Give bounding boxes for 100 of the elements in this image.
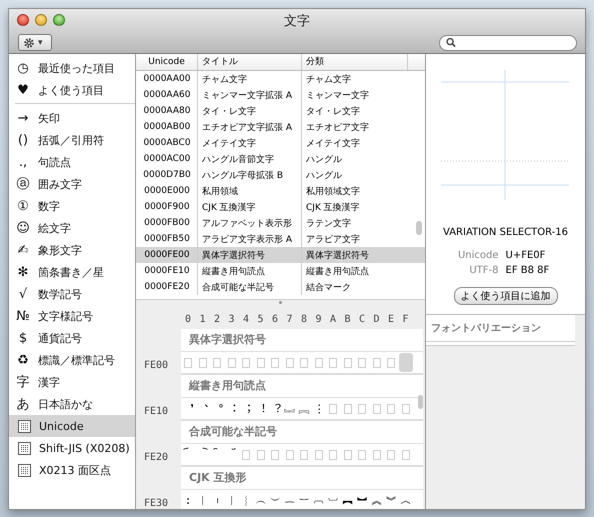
column-header[interactable]: タイトル	[198, 54, 302, 70]
character-cell[interactable]	[398, 353, 413, 372]
sidebar-item[interactable]: 字 漢字	[9, 371, 135, 393]
character-cell[interactable]: ︻	[340, 491, 355, 509]
sidebar-item[interactable]: Shift-JIS (X0208)	[9, 437, 135, 459]
character-cell[interactable]: ︳	[224, 491, 239, 509]
splitter-handle[interactable]	[279, 301, 282, 304]
column-label: 7	[286, 314, 294, 324]
character-cell[interactable]: ︡	[196, 445, 210, 464]
search-field[interactable]	[439, 34, 577, 50]
character-cell[interactable]: ︐	[181, 399, 196, 418]
character-cell[interactable]: ︕	[254, 399, 268, 418]
minimize-button[interactable]	[35, 14, 47, 26]
sidebar-item[interactable]: ., 句読点	[9, 151, 135, 173]
add-to-favorites-button[interactable]: よく使う項目に追加	[454, 287, 558, 305]
character-cell[interactable]: ︷	[282, 491, 297, 509]
sidebar-item[interactable]: № 文字様記号	[9, 305, 135, 327]
column-label: F	[402, 314, 410, 324]
sidebar-item[interactable]: () 括弧／引用符	[9, 129, 135, 151]
category-icon: ()	[14, 134, 32, 146]
column-label: 9	[316, 314, 323, 324]
character-cell[interactable]: ︰	[181, 491, 196, 509]
grid-icon	[18, 442, 31, 454]
table-row[interactable]: 0000FE00 異体字選択符号 異体字選択符号	[136, 247, 425, 263]
sidebar-item[interactable]: $ 通貨記号	[9, 327, 135, 349]
character-cell[interactable]: ︠	[181, 445, 196, 464]
character-cell[interactable]: ︘	[297, 399, 312, 418]
column-header[interactable]: 分類	[302, 54, 408, 70]
sidebar-item[interactable]: あ 日本語かな	[9, 393, 135, 415]
character-cell[interactable]: ︗	[282, 399, 297, 418]
row-label: FE10	[144, 406, 168, 417]
sidebar-item[interactable]: ✍ 象形文字	[9, 239, 135, 261]
column-label: 6	[272, 314, 280, 324]
scrollbar-thumb[interactable]	[416, 221, 422, 235]
block-title: 縦書き用句読点	[181, 375, 423, 398]
character-cell[interactable]: ︹	[312, 491, 326, 509]
sidebar-item[interactable]: ♻ 標識／標準記号	[9, 349, 135, 371]
category-icon: ♻	[14, 354, 32, 366]
character-cell[interactable]: ︙	[312, 399, 326, 418]
sidebar-item[interactable]: ☺ 絵文字	[9, 217, 135, 239]
row-label: FE00	[144, 360, 168, 371]
sidebar-item[interactable]: ① 数字	[9, 195, 135, 217]
character-cell[interactable]: ︸	[297, 491, 312, 509]
column-label: 0	[185, 314, 192, 324]
character-cell[interactable]: ︑	[196, 399, 210, 418]
category-icon: .,	[14, 156, 32, 168]
sidebar-item[interactable]: ✻ 箇条書き／星	[9, 261, 135, 283]
column-label: B	[344, 314, 352, 324]
column-label: 2	[214, 314, 222, 324]
character-cell[interactable]: ︽	[370, 491, 384, 509]
character-cell[interactable]: ︵	[254, 491, 268, 509]
block-title: 異体字選択符号	[181, 329, 423, 352]
column-label: 1	[200, 314, 207, 324]
column-label: 5	[258, 314, 265, 324]
character-cell[interactable]: ︢	[210, 445, 224, 464]
code-value: U+FE0F	[506, 249, 546, 263]
code-label: Unicode	[456, 249, 498, 263]
category-icon: ①	[14, 200, 32, 212]
category-icon: ☺	[14, 222, 32, 234]
character-cell[interactable]: ︶	[268, 491, 282, 509]
column-label: C	[359, 314, 366, 324]
window-title: 文字	[284, 13, 310, 30]
category-icon: ✻	[14, 266, 32, 278]
code-value: EF B8 8F	[506, 264, 550, 278]
character-cell[interactable]: ︿	[398, 491, 413, 509]
close-button[interactable]	[17, 14, 29, 26]
category-icon: √	[14, 288, 32, 300]
character-cell[interactable]: ︣	[224, 445, 239, 464]
character-cell[interactable]: ︔	[239, 399, 254, 418]
sidebar-item[interactable]: ♥ よく使う項目	[9, 79, 135, 101]
sidebar-item[interactable]: X0213 面区点	[9, 459, 135, 481]
character-cell[interactable]: ︖	[268, 399, 282, 418]
category-icon: №	[14, 310, 32, 322]
character-cell[interactable]: ︒	[210, 399, 224, 418]
character-cell[interactable]: ︼	[355, 491, 370, 509]
sidebar-item[interactable]: Unicode	[9, 415, 135, 437]
category-icon: ♥	[14, 84, 32, 96]
character-cell[interactable]: ︲	[210, 491, 224, 509]
row-label: FE20	[144, 452, 168, 463]
character-cell[interactable]: ︱	[196, 491, 210, 509]
gear-icon	[23, 36, 35, 48]
sidebar-item[interactable]: ⓐ 囲み文字	[9, 173, 135, 195]
character-cell[interactable]: ︾	[384, 491, 398, 509]
block-title: CJK 互換形	[181, 467, 423, 490]
character-cell[interactable]: ︴	[239, 491, 254, 509]
column-label: E	[388, 314, 396, 324]
character-cell[interactable]: ︺	[326, 491, 340, 509]
action-menu-button[interactable]: ▾	[18, 34, 52, 51]
grid-icon	[18, 420, 31, 432]
sidebar-item[interactable]: → 矢印	[9, 107, 135, 129]
row-label: FE30	[144, 498, 168, 509]
sidebar-item[interactable]: √ 数学記号	[9, 283, 135, 305]
zoom-button[interactable]	[53, 14, 65, 26]
block-title: 合成可能な半記号	[181, 421, 423, 444]
category-icon: ✍	[14, 244, 32, 256]
column-header[interactable]: Unicode	[136, 54, 198, 70]
grid-icon	[18, 464, 31, 476]
sidebar-item[interactable]: ◷ 最近使った項目	[9, 57, 135, 79]
scrollbar-thumb[interactable]	[418, 395, 423, 409]
character-cell[interactable]: ︓	[224, 399, 239, 418]
